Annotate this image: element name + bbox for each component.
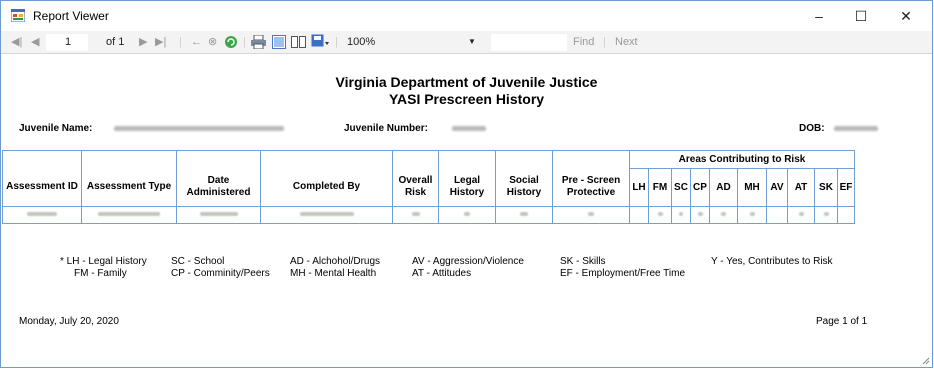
table-cell <box>2 206 82 224</box>
find-link[interactable]: Find <box>573 35 594 49</box>
stop-icon[interactable]: ⊗ <box>208 35 217 49</box>
page-count-label: of 1 <box>106 36 125 48</box>
page-setup-icon[interactable] <box>291 35 306 49</box>
table-header-blank <box>552 150 630 169</box>
column-header-mh: MH <box>737 168 767 207</box>
column-header-assessment-id: Assessment ID <box>2 168 82 207</box>
table-header-blank <box>392 150 439 169</box>
current-page-input[interactable]: 1 <box>46 34 88 51</box>
column-header-sc: SC <box>671 168 691 207</box>
table-header-blank <box>438 150 496 169</box>
table-cell <box>837 206 855 224</box>
table-cell <box>495 206 553 224</box>
legend-item: AT - Attitudes <box>412 268 472 279</box>
page-number-footer: Page 1 of 1 <box>816 316 868 327</box>
juvenile-name-label: Juvenile Name: <box>19 123 93 134</box>
juvenile-number-label: Juvenile Number: <box>344 123 428 134</box>
table-cell <box>690 206 710 224</box>
next-page-icon[interactable]: ▶ <box>139 35 147 49</box>
toolbar-separator: | <box>179 36 182 48</box>
column-header-ad: AD <box>709 168 738 207</box>
zoom-select[interactable]: 100% ▼ <box>342 34 479 51</box>
column-header-av: AV <box>766 168 788 207</box>
toolbar-separator: | <box>243 36 246 48</box>
report-subtitle: YASI Prescreen History <box>388 91 545 107</box>
back-to-parent-icon[interactable]: ← <box>191 35 202 49</box>
column-header-social-history: Social History <box>495 168 553 207</box>
dob-label: DOB: <box>799 123 825 134</box>
juvenile-number-value <box>452 126 486 131</box>
report-toolbar: ◀| ◀ 1 of 1 ▶ ▶| | ← ⊗ | | 100% ▼ Find |… <box>1 31 932 54</box>
table-cell <box>787 206 815 224</box>
report-date-footer: Monday, July 20, 2020 <box>19 316 119 327</box>
column-header-legal-history: Legal History <box>438 168 496 207</box>
last-page-icon[interactable]: ▶| <box>155 35 166 49</box>
resize-grip-icon[interactable] <box>922 357 930 365</box>
dob-value <box>834 126 878 131</box>
table-cell <box>552 206 630 224</box>
table-header-blank <box>2 150 82 169</box>
table-cell <box>766 206 788 224</box>
print-layout-icon[interactable] <box>272 35 286 49</box>
column-header-lh: LH <box>629 168 649 207</box>
areas-contributing-header: Areas Contributing to Risk <box>629 150 855 169</box>
table-cell <box>709 206 738 224</box>
column-header-cp: CP <box>690 168 710 207</box>
table-header-blank <box>495 150 553 169</box>
toolbar-separator: | <box>603 36 606 48</box>
table-cell <box>737 206 767 224</box>
table-cell <box>629 206 649 224</box>
close-button[interactable]: ✕ <box>883 1 929 31</box>
find-text-input[interactable] <box>491 34 567 51</box>
column-header-prescreen-protective: Pre - Screen Protective <box>552 168 630 207</box>
column-header-fm: FM <box>648 168 672 207</box>
minimize-button[interactable]: – <box>796 1 842 31</box>
legend-item: Y - Yes, Contributes to Risk <box>711 256 833 267</box>
refresh-icon[interactable] <box>224 35 238 49</box>
column-header-date-administered: Date Administered <box>176 168 261 207</box>
column-header-ef: EF <box>837 168 855 207</box>
table-cell <box>176 206 261 224</box>
chevron-down-icon: ▼ <box>468 37 476 46</box>
print-icon[interactable] <box>251 35 266 49</box>
table-cell <box>814 206 838 224</box>
next-link[interactable]: Next <box>615 35 638 49</box>
table-row <box>2 206 855 224</box>
table-header-group-row: Areas Contributing to Risk <box>2 150 855 169</box>
table-cell <box>648 206 672 224</box>
table-header-blank <box>260 150 393 169</box>
table-header-blank <box>81 150 177 169</box>
table-cell <box>260 206 393 224</box>
table-cell <box>438 206 496 224</box>
column-header-at: AT <box>787 168 815 207</box>
toolbar-separator: | <box>335 36 338 48</box>
column-header-completed-by: Completed By <box>260 168 393 207</box>
table-header-blank <box>176 150 261 169</box>
prescreen-history-table: Areas Contributing to Risk Assessment ID… <box>2 150 855 224</box>
first-page-icon[interactable]: ◀| <box>11 35 22 49</box>
juvenile-name-value <box>114 126 284 131</box>
table-cell <box>392 206 439 224</box>
table-header-row: Assessment ID Assessment Type Date Admin… <box>2 168 855 207</box>
export-icon[interactable] <box>311 34 329 49</box>
legend-item: EF - Employment/Free Time <box>560 268 686 279</box>
column-header-sk: SK <box>814 168 838 207</box>
report-viewer-window: Report Viewer – ☐ ✕ ◀| ◀ 1 of 1 ▶ ▶| | ←… <box>0 0 933 368</box>
table-cell <box>81 206 177 224</box>
column-header-overall-risk: Overall Risk <box>392 168 439 207</box>
legend-item: MH - Mental Health <box>290 268 377 279</box>
legend-item: CP - Comminity/Peers <box>171 268 270 279</box>
report-page: Virginia Department of Juvenile Justice … <box>2 54 931 367</box>
title-bar: Report Viewer – ☐ ✕ <box>1 1 932 31</box>
maximize-button[interactable]: ☐ <box>838 1 884 31</box>
window-title: Report Viewer <box>33 9 109 23</box>
table-cell <box>671 206 691 224</box>
report-title: Virginia Department of Juvenile Justice <box>335 74 598 90</box>
column-header-assessment-type: Assessment Type <box>81 168 177 207</box>
previous-page-icon[interactable]: ◀ <box>31 35 39 49</box>
legend-item: FM - Family <box>74 268 127 279</box>
report-viewer-app-icon <box>11 9 25 22</box>
